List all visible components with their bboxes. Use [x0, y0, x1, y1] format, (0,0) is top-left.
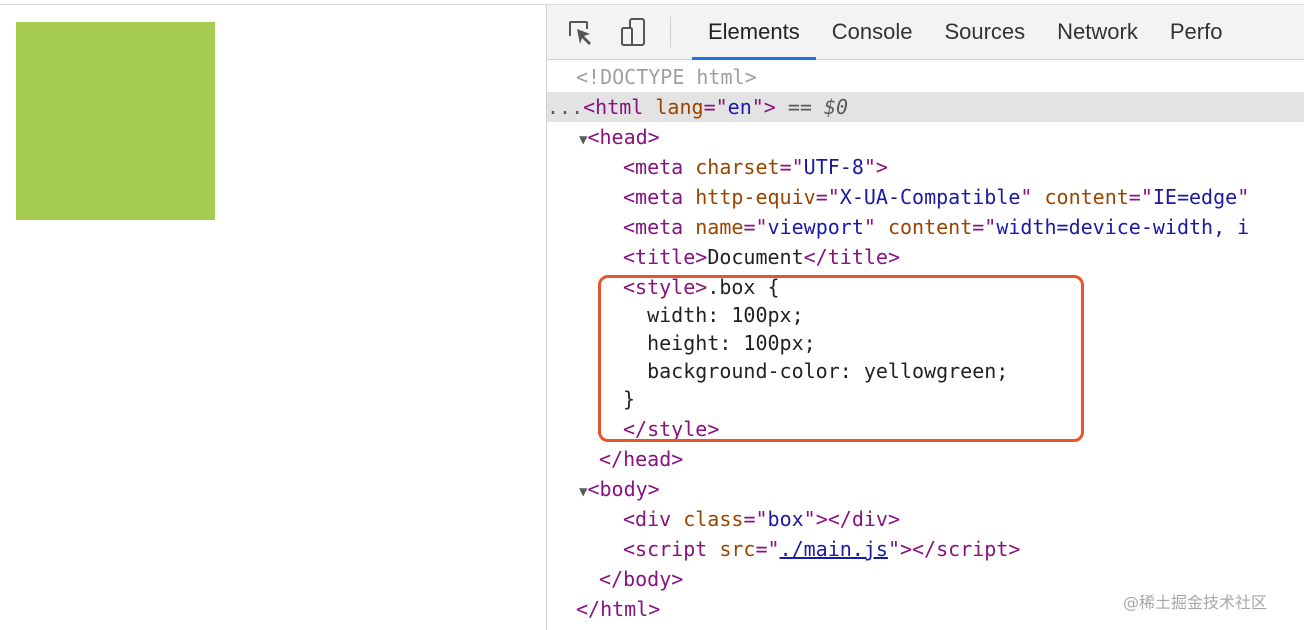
devtools-tabs: Elements Console Sources Network Perfo — [692, 5, 1239, 60]
selected-marker: == $0 — [787, 95, 849, 119]
toolbar-separator — [670, 17, 671, 47]
dom-node-script[interactable]: <script src="./main.js"></script> — [623, 534, 1020, 564]
device-toolbar-icon[interactable] — [618, 17, 648, 47]
tab-console[interactable]: Console — [816, 5, 929, 59]
devtools-toolbar: Elements Console Sources Network Perfo — [547, 5, 1304, 60]
style-highlight-box — [598, 275, 1084, 442]
dom-node-body[interactable]: ▼<body> — [579, 474, 660, 504]
dom-node-head[interactable]: ▼<head> — [579, 122, 660, 152]
yellowgreen-box — [16, 22, 215, 220]
doctype-text: <!DOCTYPE html> — [576, 65, 757, 89]
script-src-link[interactable]: ./main.js — [780, 537, 888, 561]
dom-node-meta-http-equiv[interactable]: <meta http-equiv="X-UA-Compatible" conte… — [623, 182, 1249, 212]
dom-node-body-close[interactable]: </body> — [599, 564, 683, 594]
dom-node-meta-charset[interactable]: <meta charset="UTF-8"> — [623, 152, 888, 182]
tab-network[interactable]: Network — [1041, 5, 1154, 59]
dom-node-html[interactable]: ...<html lang="en"> == $0 — [547, 92, 1304, 122]
page-viewport — [0, 5, 546, 630]
watermark: @稀土掘金技术社区 — [1123, 593, 1268, 612]
dom-node-div-box[interactable]: <div class="box"></div> — [623, 504, 900, 534]
dom-node-title[interactable]: <title>Document</title> — [623, 242, 900, 272]
dom-node-doctype[interactable]: <!DOCTYPE html> — [576, 62, 757, 92]
tab-elements[interactable]: Elements — [692, 5, 816, 60]
dom-node-html-close[interactable]: </html> — [576, 594, 660, 624]
dom-node-meta-viewport[interactable]: <meta name="viewport" content="width=dev… — [623, 212, 1249, 242]
tab-sources[interactable]: Sources — [928, 5, 1041, 59]
dom-node-head-close[interactable]: </head> — [599, 444, 683, 474]
tab-performance[interactable]: Perfo — [1154, 5, 1239, 59]
inspect-element-icon[interactable] — [565, 17, 595, 47]
ellipsis-icon[interactable]: ... — [547, 95, 583, 119]
